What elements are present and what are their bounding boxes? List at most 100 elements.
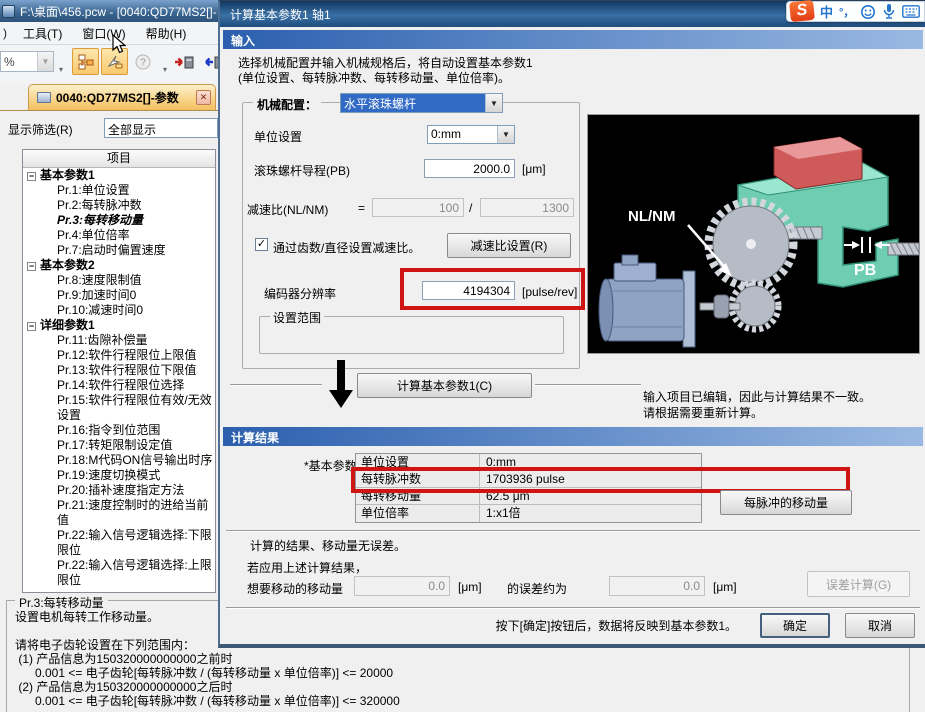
- help-icon-button[interactable]: ?: [129, 48, 156, 75]
- tree-item-row[interactable]: Pr.13:软件行程限位下限值: [23, 363, 215, 378]
- module-tree-icon-button[interactable]: [72, 48, 99, 75]
- tree-item-row[interactable]: Pr.20:插补速度指定方法: [23, 483, 215, 498]
- tree-group-row[interactable]: −基本参数2: [23, 258, 215, 273]
- result-name: 单位倍率: [356, 505, 480, 522]
- per-pulse-movement-button[interactable]: 每脉冲的移动量: [720, 490, 852, 515]
- document-tab[interactable]: 0040:QD77MS2[]-参数 ✕: [28, 84, 216, 110]
- result-section-header: 计算结果: [223, 427, 923, 446]
- basic-params-label: *基本参数1: [304, 457, 352, 474]
- app-title: F:\桌面\456.pcw - [0040:QD77MS2[]-: [20, 3, 217, 20]
- tree-group-row[interactable]: −基本参数1: [23, 168, 215, 183]
- write-to-module-icon-button[interactable]: [170, 48, 197, 75]
- chevron-down-icon[interactable]: ▼: [497, 126, 514, 143]
- machine-config-label: 机械配置：: [253, 96, 321, 113]
- keyboard-icon[interactable]: [902, 5, 920, 18]
- close-icon[interactable]: ✕: [196, 90, 211, 105]
- menu-fragment: ): [0, 26, 13, 40]
- tree-item-row[interactable]: Pr.2:每转脉冲数: [23, 198, 215, 213]
- parameter-panel: 显示筛选(R) 全部显示 项目 −基本参数1Pr.1:单位设置Pr.2:每转脉冲…: [0, 110, 218, 594]
- tree-item-label: Pr.22:输入信号逻辑选择:下限限位: [57, 528, 212, 557]
- ratio-setting-button[interactable]: 减速比设置(R): [447, 233, 571, 258]
- lead-label: 滚珠螺杆导程(PB): [254, 162, 350, 179]
- encoder-label: 编码器分辨率: [264, 285, 336, 302]
- microphone-icon[interactable]: [882, 3, 896, 20]
- ok-button[interactable]: 确定: [760, 613, 830, 638]
- toolbar-overflow-icon[interactable]: ▾: [59, 65, 63, 74]
- calculate-basic-params-button[interactable]: 计算基本参数1(C): [357, 373, 532, 398]
- tree-item-label: Pr.13:软件行程限位下限值: [57, 363, 196, 377]
- collapse-icon[interactable]: −: [27, 262, 36, 271]
- tree-item-row[interactable]: Pr.22:输入信号逻辑选择:下限限位: [23, 528, 215, 558]
- tree-item-label: Pr.8:速度限制值: [57, 273, 142, 287]
- collapse-icon[interactable]: −: [27, 322, 36, 331]
- collapse-icon[interactable]: −: [27, 172, 36, 181]
- ime-mode-chinese[interactable]: 中: [820, 2, 833, 21]
- tree-item-row[interactable]: Pr.14:软件行程限位选择: [23, 378, 215, 393]
- tree-item-row[interactable]: Pr.22:输入信号逻辑选择:上限限位: [23, 558, 215, 588]
- emoji-icon[interactable]: [860, 4, 876, 20]
- tree-group-row[interactable]: −详细参数1: [23, 318, 215, 333]
- tree-item-label: Pr.18:M代码ON信号输出时序: [57, 453, 212, 467]
- module-tree-icon: [77, 53, 95, 71]
- lead-input[interactable]: [424, 159, 515, 178]
- move-amount-label: 想要移动的移动量: [247, 580, 343, 597]
- filter-combo-value: 全部显示: [108, 123, 156, 137]
- svg-text:PB: PB: [854, 262, 876, 279]
- cancel-button[interactable]: 取消: [845, 613, 915, 638]
- zoom-combo[interactable]: % ▼: [0, 51, 54, 72]
- tree-item-row[interactable]: Pr.21:速度控制时的进给当前值: [23, 498, 215, 528]
- description-line: 0.001 <= 电子齿轮[每转脉冲数 / (每转移动量 x 单位倍率)] <=…: [15, 694, 901, 708]
- tree-item-row[interactable]: Pr.15:软件行程限位有效/无效设置: [23, 393, 215, 423]
- move-amount-unit: [μm]: [458, 580, 482, 594]
- tree-item-row[interactable]: Pr.4:单位倍率: [23, 228, 215, 243]
- tree-item-label: Pr.15:软件行程限位有效/无效设置: [57, 393, 212, 422]
- no-error-text: 计算的结果、移动量无误差。: [250, 537, 406, 554]
- tree-item-label: Pr.17:转矩限制设定值: [57, 438, 172, 452]
- menu-tools[interactable]: 工具(T): [13, 22, 72, 45]
- tree-item-row[interactable]: Pr.8:速度限制值: [23, 273, 215, 288]
- tree-item-row[interactable]: Pr.10:减速时间0: [23, 303, 215, 318]
- screen: F:\桌面\456.pcw - [0040:QD77MS2[]- ) 工具(T)…: [0, 0, 925, 712]
- tree-item-label: Pr.21:速度控制时的进给当前值: [57, 498, 208, 527]
- tree-item-row[interactable]: Pr.12:软件行程限位上限值: [23, 348, 215, 363]
- result-row: 单位倍率1:x1倍: [356, 505, 701, 522]
- input-intro-line2: (单位设置、每转脉冲数、每转移动量、单位倍率)。: [238, 69, 510, 86]
- tree-item-row[interactable]: Pr.1:单位设置: [23, 183, 215, 198]
- input-section-header: 输入: [223, 30, 923, 49]
- encoder-annotation-redbox: [400, 268, 585, 310]
- apply-result-text: 若应用上述计算结果，: [247, 559, 367, 576]
- tree-item-row[interactable]: Pr.16:指令到位范围: [23, 423, 215, 438]
- tree-header: 项目: [23, 150, 215, 168]
- machine-config-combo[interactable]: 水平滚珠螺杆 ▼: [340, 93, 503, 113]
- ime-logo-icon[interactable]: S: [789, 0, 815, 22]
- ratio-label: 减速比(NL/NM): [247, 201, 328, 218]
- gear-ratio-checkbox[interactable]: ✓: [255, 238, 268, 251]
- tree-item-row[interactable]: Pr.17:转矩限制设定值: [23, 438, 215, 453]
- tree-item-label: Pr.4:单位倍率: [57, 228, 130, 242]
- ime-punctuation-icon[interactable]: °，: [839, 4, 854, 20]
- menu-help[interactable]: 帮助(H): [136, 22, 197, 45]
- toolbar-overflow-icon[interactable]: ▾: [163, 65, 167, 74]
- footer-note: 按下[确定]按钮后，数据将反映到基本参数1。: [420, 617, 737, 634]
- tree-item-row[interactable]: Pr.11:齿隙补偿量: [23, 333, 215, 348]
- chevron-down-icon[interactable]: ▼: [485, 94, 502, 112]
- help-icon: ?: [134, 53, 152, 71]
- separator-line: [226, 607, 920, 609]
- tree-item-label: Pr.10:减速时间0: [57, 303, 143, 317]
- tree-item-row[interactable]: Pr.18:M代码ON信号输出时序: [23, 453, 215, 468]
- tree-item-row[interactable]: Pr.7:启动时偏置速度: [23, 243, 215, 258]
- description-line: 0.001 <= 电子齿轮[每转脉冲数 / (每转移动量 x 单位倍率)] <=…: [15, 666, 901, 680]
- tree-item-row[interactable]: Pr.3:每转移动量: [23, 213, 215, 228]
- move-amount-input: [354, 576, 450, 596]
- divider-line-left: [230, 384, 322, 386]
- tree-item-row[interactable]: Pr.9:加速时间0: [23, 288, 215, 303]
- chevron-down-icon[interactable]: ▼: [37, 52, 53, 71]
- tree-item-row[interactable]: Pr.19:速度切换模式: [23, 468, 215, 483]
- tree-item-label: Pr.2:每转脉冲数: [57, 198, 142, 212]
- machine-illustration: NL/NM PB: [587, 114, 920, 354]
- tree-item-label: Pr.1:单位设置: [57, 183, 130, 197]
- filter-combo[interactable]: 全部显示: [104, 118, 218, 138]
- unit-setting-combo[interactable]: 0:mm ▼: [427, 125, 515, 144]
- ratio-numerator-input: [372, 198, 464, 217]
- unit-setting-value: 0:mm: [428, 126, 497, 143]
